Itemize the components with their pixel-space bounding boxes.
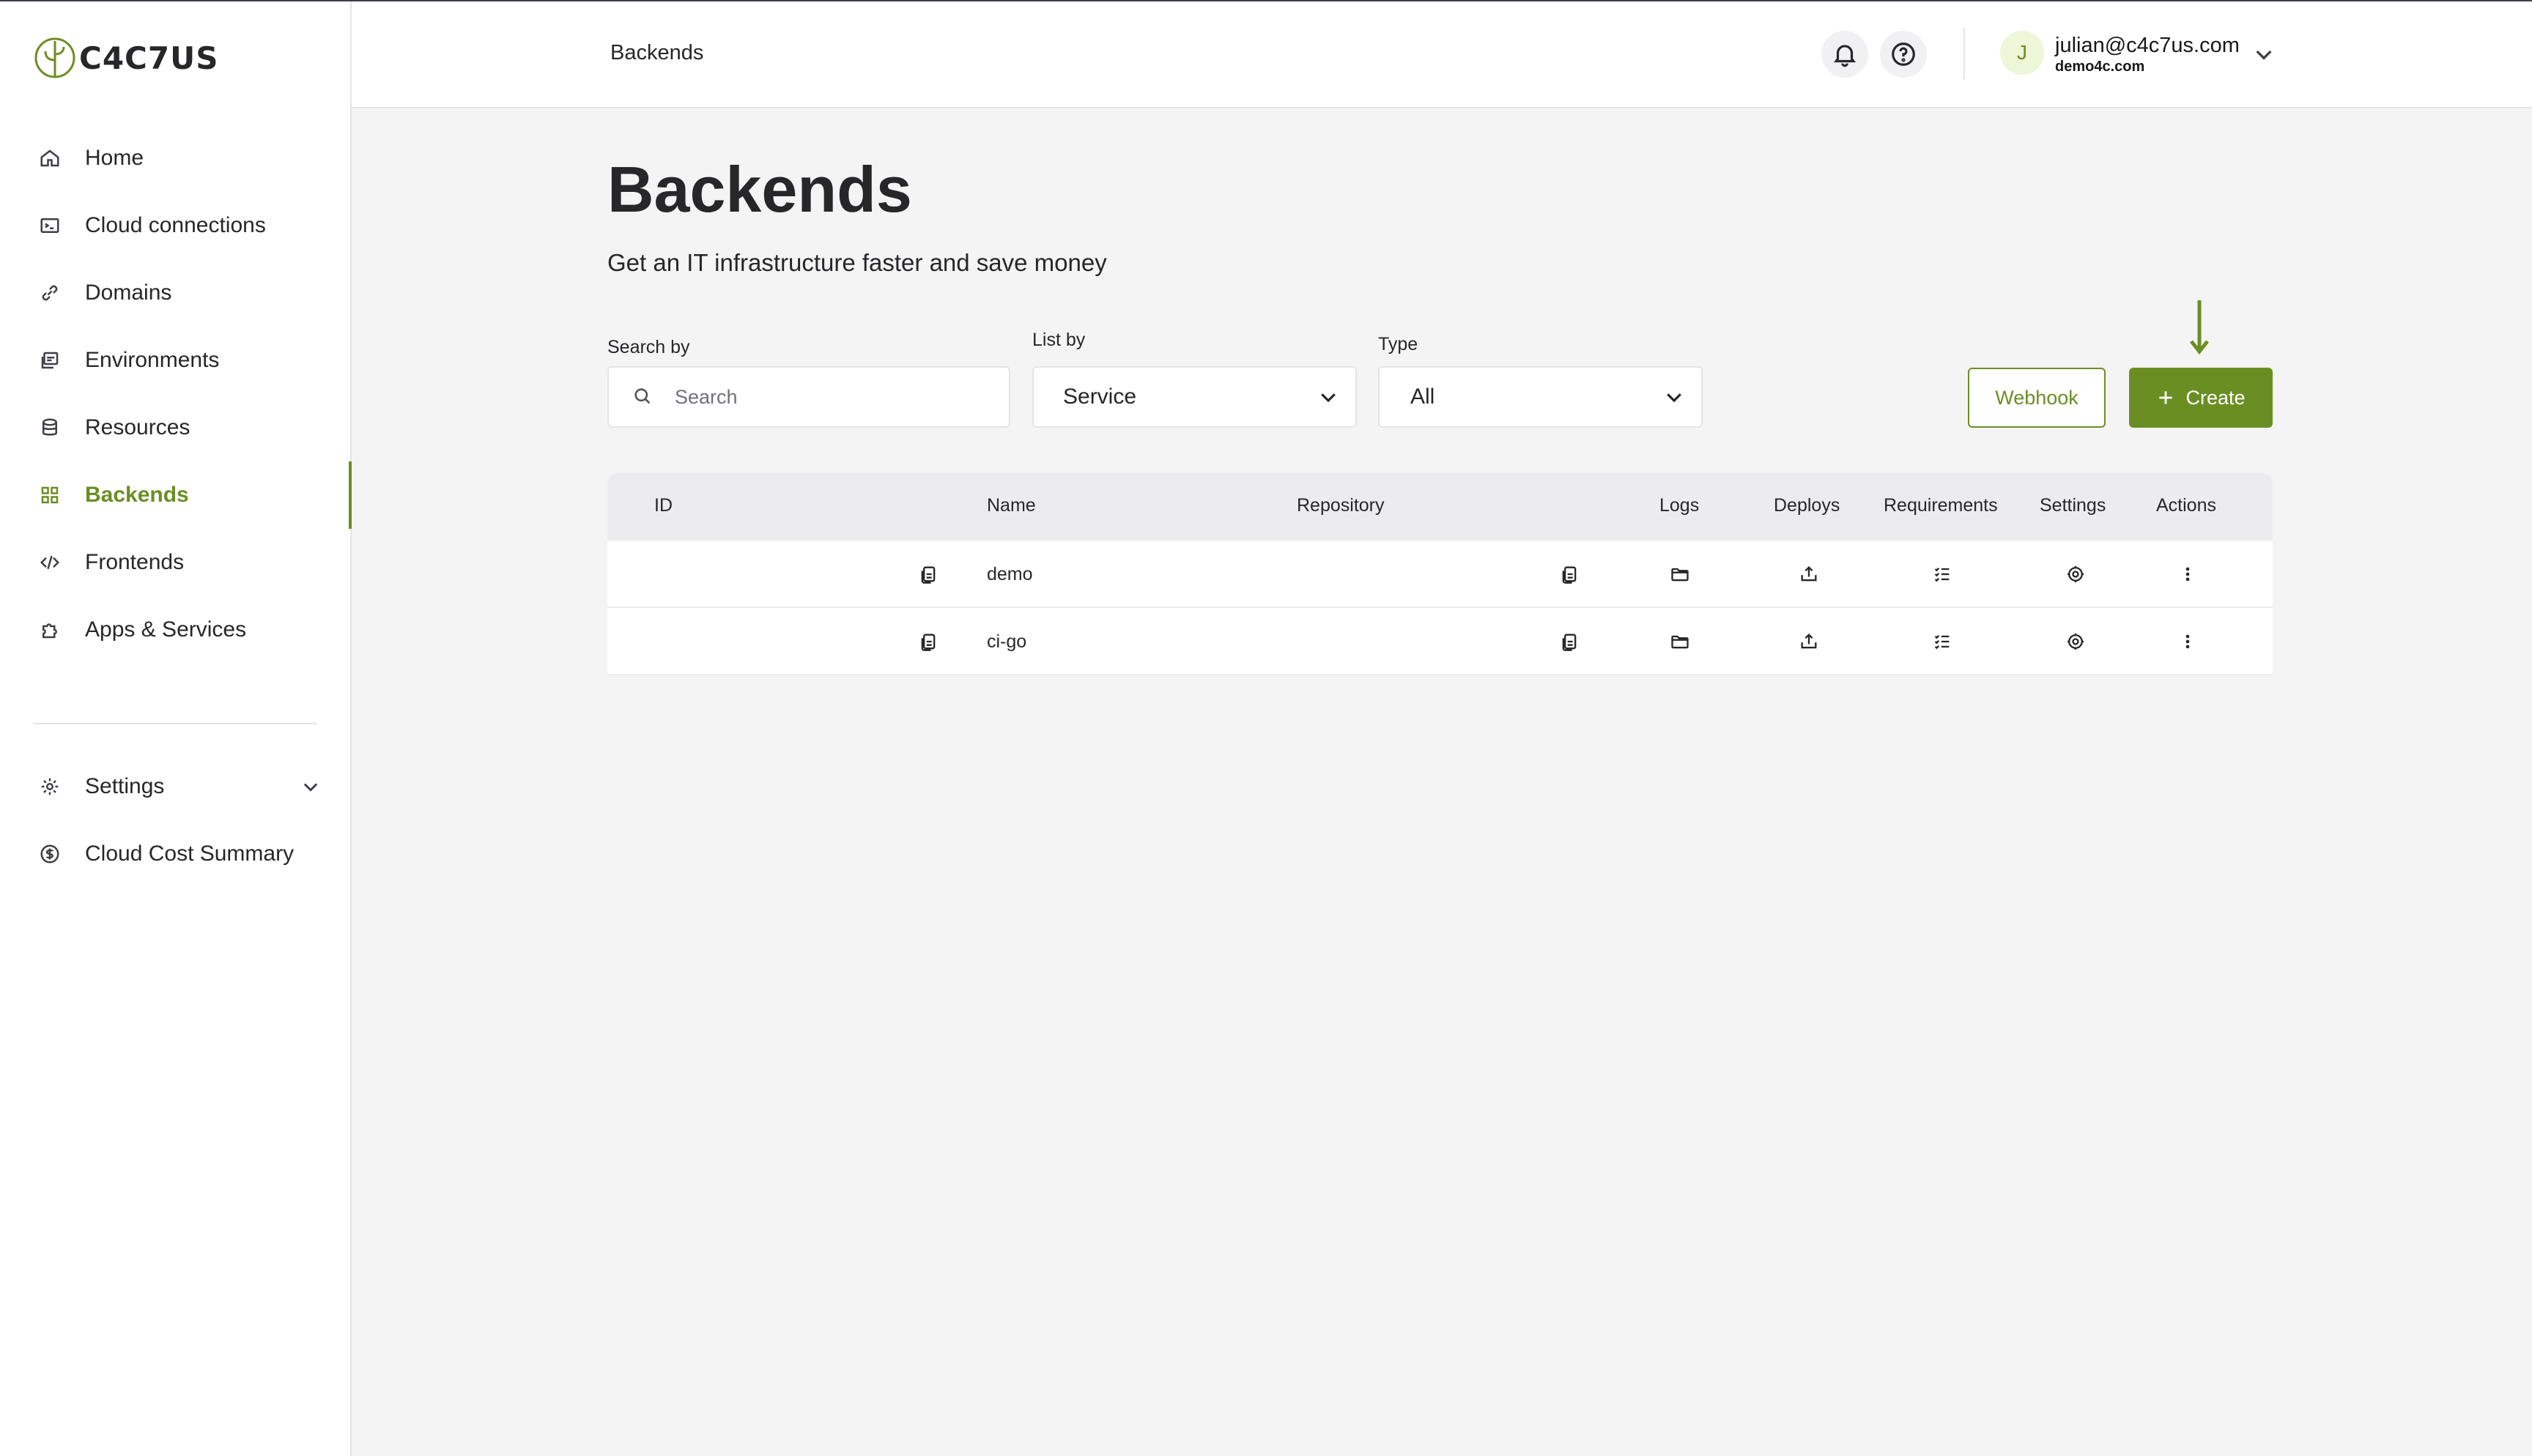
table-row[interactable]: demo: [607, 541, 2273, 608]
more-vertical-icon[interactable]: [2177, 630, 2199, 653]
code-icon: [37, 549, 63, 576]
environments-icon: [37, 347, 63, 374]
sidebar-item-label: Apps & Services: [85, 617, 247, 642]
sidebar-item-environments[interactable]: Environments: [0, 327, 350, 394]
sidebar-item-label: Frontends: [85, 550, 185, 574]
column-header-id: ID: [654, 495, 673, 516]
header-divider: [1963, 28, 1965, 79]
copy-repository-icon[interactable]: [1558, 562, 1580, 586]
list-by-value: Service: [1063, 385, 1137, 409]
home-icon: [37, 145, 63, 171]
database-icon: [37, 415, 63, 441]
table-row[interactable]: ci-go: [607, 608, 2273, 675]
column-header-deploys: Deploys: [1774, 495, 1840, 516]
create-button[interactable]: Create: [2129, 368, 2273, 428]
sidebar-item-home[interactable]: Home: [0, 125, 350, 192]
sidebar-item-settings[interactable]: Settings: [0, 753, 350, 820]
grid-icon: [37, 482, 63, 508]
sidebar-item-cloud-connections[interactable]: Cloud connections: [0, 192, 350, 259]
more-vertical-icon[interactable]: [2177, 562, 2199, 586]
user-menu-chevron-icon[interactable]: [2252, 42, 2276, 66]
column-header-actions: Actions: [2156, 495, 2216, 516]
sidebar-divider: [34, 723, 316, 724]
type-label: Type: [1378, 334, 1418, 354]
sidebar-item-frontends[interactable]: Frontends: [0, 529, 350, 596]
avatar[interactable]: J: [2000, 31, 2044, 75]
page-title: Backends: [607, 153, 912, 226]
cactus-logo-icon: [34, 37, 75, 78]
arrow-down-icon: [2188, 299, 2211, 355]
backend-name[interactable]: demo: [987, 564, 1033, 585]
sidebar-item-label: Cloud Cost Summary: [85, 842, 295, 866]
column-header-name: Name: [987, 495, 1036, 516]
logs-folder-icon[interactable]: [1669, 630, 1691, 653]
type-select[interactable]: All: [1378, 366, 1703, 428]
sidebar-item-label: Environments: [85, 348, 220, 372]
brand-name: C4C7US: [79, 40, 219, 76]
requirements-checklist-icon[interactable]: [1931, 630, 1953, 653]
requirements-checklist-icon[interactable]: [1931, 562, 1953, 586]
list-by-label: List by: [1032, 330, 1086, 350]
sidebar-item-backends[interactable]: Backends: [0, 461, 352, 529]
puzzle-icon: [37, 617, 63, 643]
settings-gear-icon[interactable]: [2065, 562, 2087, 586]
gear-icon: [37, 773, 63, 800]
sidebar-item-apps-services[interactable]: Apps & Services: [0, 596, 350, 664]
link-icon: [37, 280, 63, 306]
sidebar-item-cloud-cost-summary[interactable]: Cloud Cost Summary: [0, 820, 350, 888]
search-field[interactable]: [607, 366, 1010, 428]
table-header: ID Name Repository Logs Deploys Requirem…: [607, 473, 2273, 541]
user-email[interactable]: julian@c4c7us.com: [2055, 34, 2240, 58]
deploy-upload-icon[interactable]: [1798, 630, 1820, 653]
search-input[interactable]: [675, 385, 953, 409]
webhook-button[interactable]: Webhook: [1968, 368, 2106, 428]
logs-folder-icon[interactable]: [1669, 562, 1691, 586]
deploy-upload-icon[interactable]: [1798, 562, 1820, 586]
search-icon: [632, 386, 654, 408]
sidebar: C4C7US Home Cloud connections Domains En…: [0, 1, 352, 1456]
copy-id-icon[interactable]: [917, 562, 939, 586]
settings-gear-icon[interactable]: [2065, 630, 2087, 653]
notifications-button[interactable]: [1821, 31, 1868, 78]
sidebar-item-label: Home: [85, 146, 144, 170]
sidebar-item-label: Settings: [85, 774, 165, 798]
top-header: Backends J julian@c4c7us.com demo4c.com: [352, 1, 2532, 108]
chevron-down-icon[interactable]: [300, 776, 321, 797]
sidebar-item-label: Cloud connections: [85, 213, 266, 237]
page-subtitle: Get an IT infrastructure faster and save…: [607, 249, 1107, 276]
column-header-settings: Settings: [2040, 495, 2106, 516]
chevron-down-icon: [1663, 386, 1685, 408]
type-value: All: [1410, 385, 1435, 409]
sidebar-nav-bottom: Settings Cloud Cost Summary: [0, 753, 350, 888]
chevron-down-icon: [1317, 386, 1339, 408]
sidebar-item-label: Domains: [85, 281, 172, 305]
dollar-circle-icon: [37, 841, 63, 867]
list-by-select[interactable]: Service: [1032, 366, 1357, 428]
search-label: Search by: [607, 337, 690, 357]
sidebar-item-domains[interactable]: Domains: [0, 259, 350, 327]
terminal-icon: [37, 212, 63, 239]
backends-table: ID Name Repository Logs Deploys Requirem…: [607, 473, 2273, 675]
breadcrumb[interactable]: Backends: [610, 41, 703, 65]
column-header-repository: Repository: [1297, 495, 1385, 516]
copy-id-icon[interactable]: [917, 630, 939, 653]
sidebar-item-resources[interactable]: Resources: [0, 394, 350, 461]
copy-repository-icon[interactable]: [1558, 630, 1580, 653]
brand-logo[interactable]: C4C7US: [34, 35, 218, 81]
help-button[interactable]: [1880, 31, 1927, 78]
backend-name[interactable]: ci-go: [987, 631, 1026, 653]
help-circle-icon: [1892, 42, 1915, 66]
column-header-requirements: Requirements: [1884, 495, 1998, 516]
bell-icon: [1833, 45, 1857, 67]
create-button-label: Create: [2185, 386, 2246, 409]
sidebar-nav: Home Cloud connections Domains Environme…: [0, 125, 352, 664]
plus-icon: [2159, 391, 2173, 404]
sidebar-item-label: Backends: [85, 483, 189, 507]
user-organization: demo4c.com: [2055, 59, 2145, 75]
column-header-logs: Logs: [1659, 495, 1700, 516]
sidebar-item-label: Resources: [85, 415, 190, 439]
